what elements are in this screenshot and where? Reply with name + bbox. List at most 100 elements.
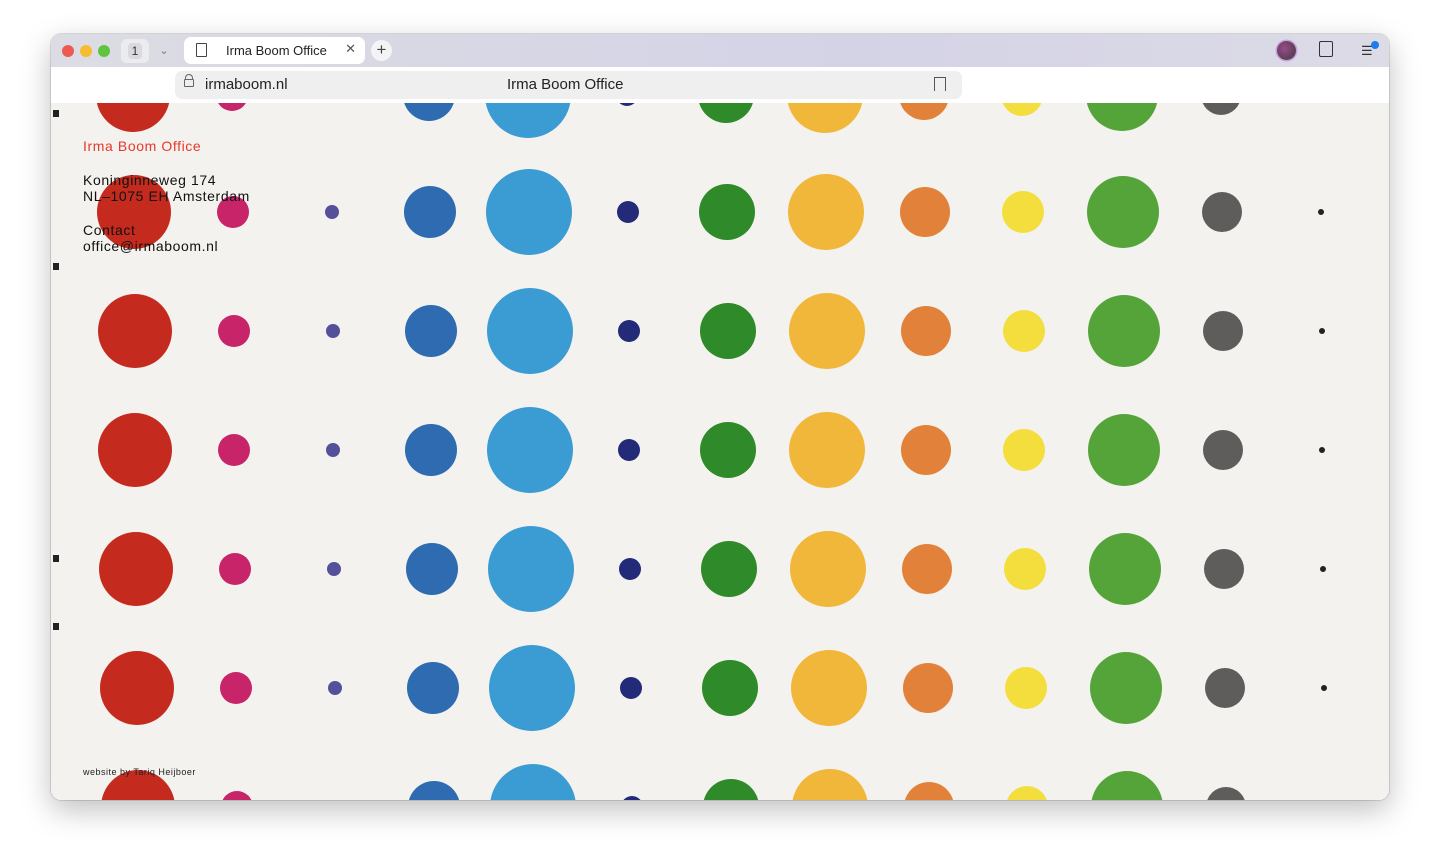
credit-link[interactable]: website by Tariq Heijboer xyxy=(83,767,196,777)
bookmark-icon[interactable] xyxy=(934,77,946,91)
email-link[interactable]: office@irmaboom.nl xyxy=(83,238,250,255)
dot xyxy=(1086,176,1159,248)
dot xyxy=(403,103,455,121)
dot xyxy=(617,320,640,342)
dot xyxy=(702,779,759,800)
dot xyxy=(1321,685,1327,691)
lock-icon xyxy=(184,74,194,87)
dot xyxy=(698,184,755,240)
contact-info: Irma Boom Office Koninginneweg 174 NL–10… xyxy=(83,138,250,255)
dot xyxy=(407,662,459,714)
url-text[interactable]: irmaboom.nl xyxy=(205,76,288,93)
dot xyxy=(1089,533,1162,605)
site-name-link[interactable]: Irma Boom Office xyxy=(83,138,250,155)
dot xyxy=(100,651,174,725)
dot xyxy=(1319,447,1326,453)
chevron-down-icon[interactable]: ⌄ xyxy=(155,42,173,60)
address-bar[interactable]: irmaboom.nl Irma Boom Office xyxy=(175,71,962,99)
dot xyxy=(1001,103,1043,116)
close-window-button[interactable] xyxy=(62,45,74,57)
zoom-window-button[interactable] xyxy=(98,45,110,57)
dot xyxy=(405,424,458,476)
new-tab-button[interactable]: + xyxy=(371,40,392,61)
dot xyxy=(903,663,953,713)
dot xyxy=(701,541,758,597)
toolbar: irmaboom.nl Irma Boom Office xyxy=(51,67,1389,103)
dot xyxy=(900,306,951,356)
sidebar-menu-icon[interactable]: ☰ xyxy=(1361,41,1379,59)
dot xyxy=(1088,414,1161,486)
dot xyxy=(790,531,867,607)
dot xyxy=(1090,652,1162,724)
dot xyxy=(1201,192,1242,232)
dot xyxy=(1001,191,1044,233)
dot xyxy=(1320,566,1327,572)
dot xyxy=(619,558,642,580)
dot xyxy=(217,315,250,347)
dot xyxy=(1205,787,1246,800)
dot xyxy=(1005,667,1047,709)
dot xyxy=(326,443,341,457)
tab-overview-button[interactable]: 1 xyxy=(121,39,149,63)
dot xyxy=(489,645,575,731)
dot xyxy=(699,303,756,359)
dot xyxy=(899,187,950,237)
tab-title: Irma Boom Office xyxy=(226,43,327,58)
dot xyxy=(1204,549,1245,589)
dot xyxy=(1005,786,1048,800)
browser-window: 1 ⌄ Irma Boom Office ✕ + ☰ irmaboom.nl I… xyxy=(51,34,1389,800)
dot xyxy=(788,293,865,369)
dot xyxy=(702,660,758,716)
dot xyxy=(789,412,866,488)
dot xyxy=(1087,295,1160,367)
address-line-2: NL–1075 EH Amsterdam xyxy=(83,188,250,204)
dot xyxy=(216,103,248,111)
dot xyxy=(1086,103,1158,131)
dot xyxy=(96,103,170,132)
dot xyxy=(218,434,251,466)
dot xyxy=(407,781,460,800)
binding-mark xyxy=(53,263,59,270)
dot xyxy=(488,526,575,612)
profile-avatar[interactable] xyxy=(1277,41,1296,60)
dot xyxy=(791,769,868,800)
dot xyxy=(220,791,253,800)
dot xyxy=(97,294,172,368)
dot xyxy=(98,413,173,487)
address-line-1: Koninginneweg 174 xyxy=(83,171,217,188)
close-tab-icon[interactable]: ✕ xyxy=(345,41,356,57)
dot xyxy=(616,201,639,223)
dot xyxy=(324,205,339,219)
contact-label: Contact xyxy=(83,221,136,238)
dot xyxy=(1317,209,1324,215)
dot xyxy=(698,103,754,123)
bookmarks-tabs-icon[interactable] xyxy=(1319,41,1333,57)
dot xyxy=(1004,548,1047,590)
notification-badge xyxy=(1371,41,1379,49)
dot xyxy=(901,425,952,475)
dot xyxy=(902,544,953,594)
dot xyxy=(700,422,757,478)
dot xyxy=(99,532,174,606)
document-icon xyxy=(196,43,207,57)
dot xyxy=(791,650,867,726)
dot xyxy=(1201,103,1241,115)
dot xyxy=(787,174,864,250)
tab-count: 1 xyxy=(127,43,143,59)
dot xyxy=(903,782,954,800)
page-content: Irma Boom Office Koninginneweg 174 NL–10… xyxy=(51,103,1389,800)
tab-active[interactable]: Irma Boom Office ✕ xyxy=(184,37,365,64)
dot xyxy=(787,103,863,133)
dot xyxy=(1090,771,1163,800)
page-title: Irma Boom Office xyxy=(507,76,624,93)
dot xyxy=(406,543,459,595)
dot xyxy=(487,407,574,493)
dot xyxy=(899,103,949,120)
minimize-window-button[interactable] xyxy=(80,45,92,57)
dot xyxy=(327,562,342,576)
dot xyxy=(1318,328,1325,334)
dot xyxy=(328,681,342,695)
binding-mark xyxy=(53,110,59,117)
dot xyxy=(489,764,576,800)
dot xyxy=(616,103,638,106)
